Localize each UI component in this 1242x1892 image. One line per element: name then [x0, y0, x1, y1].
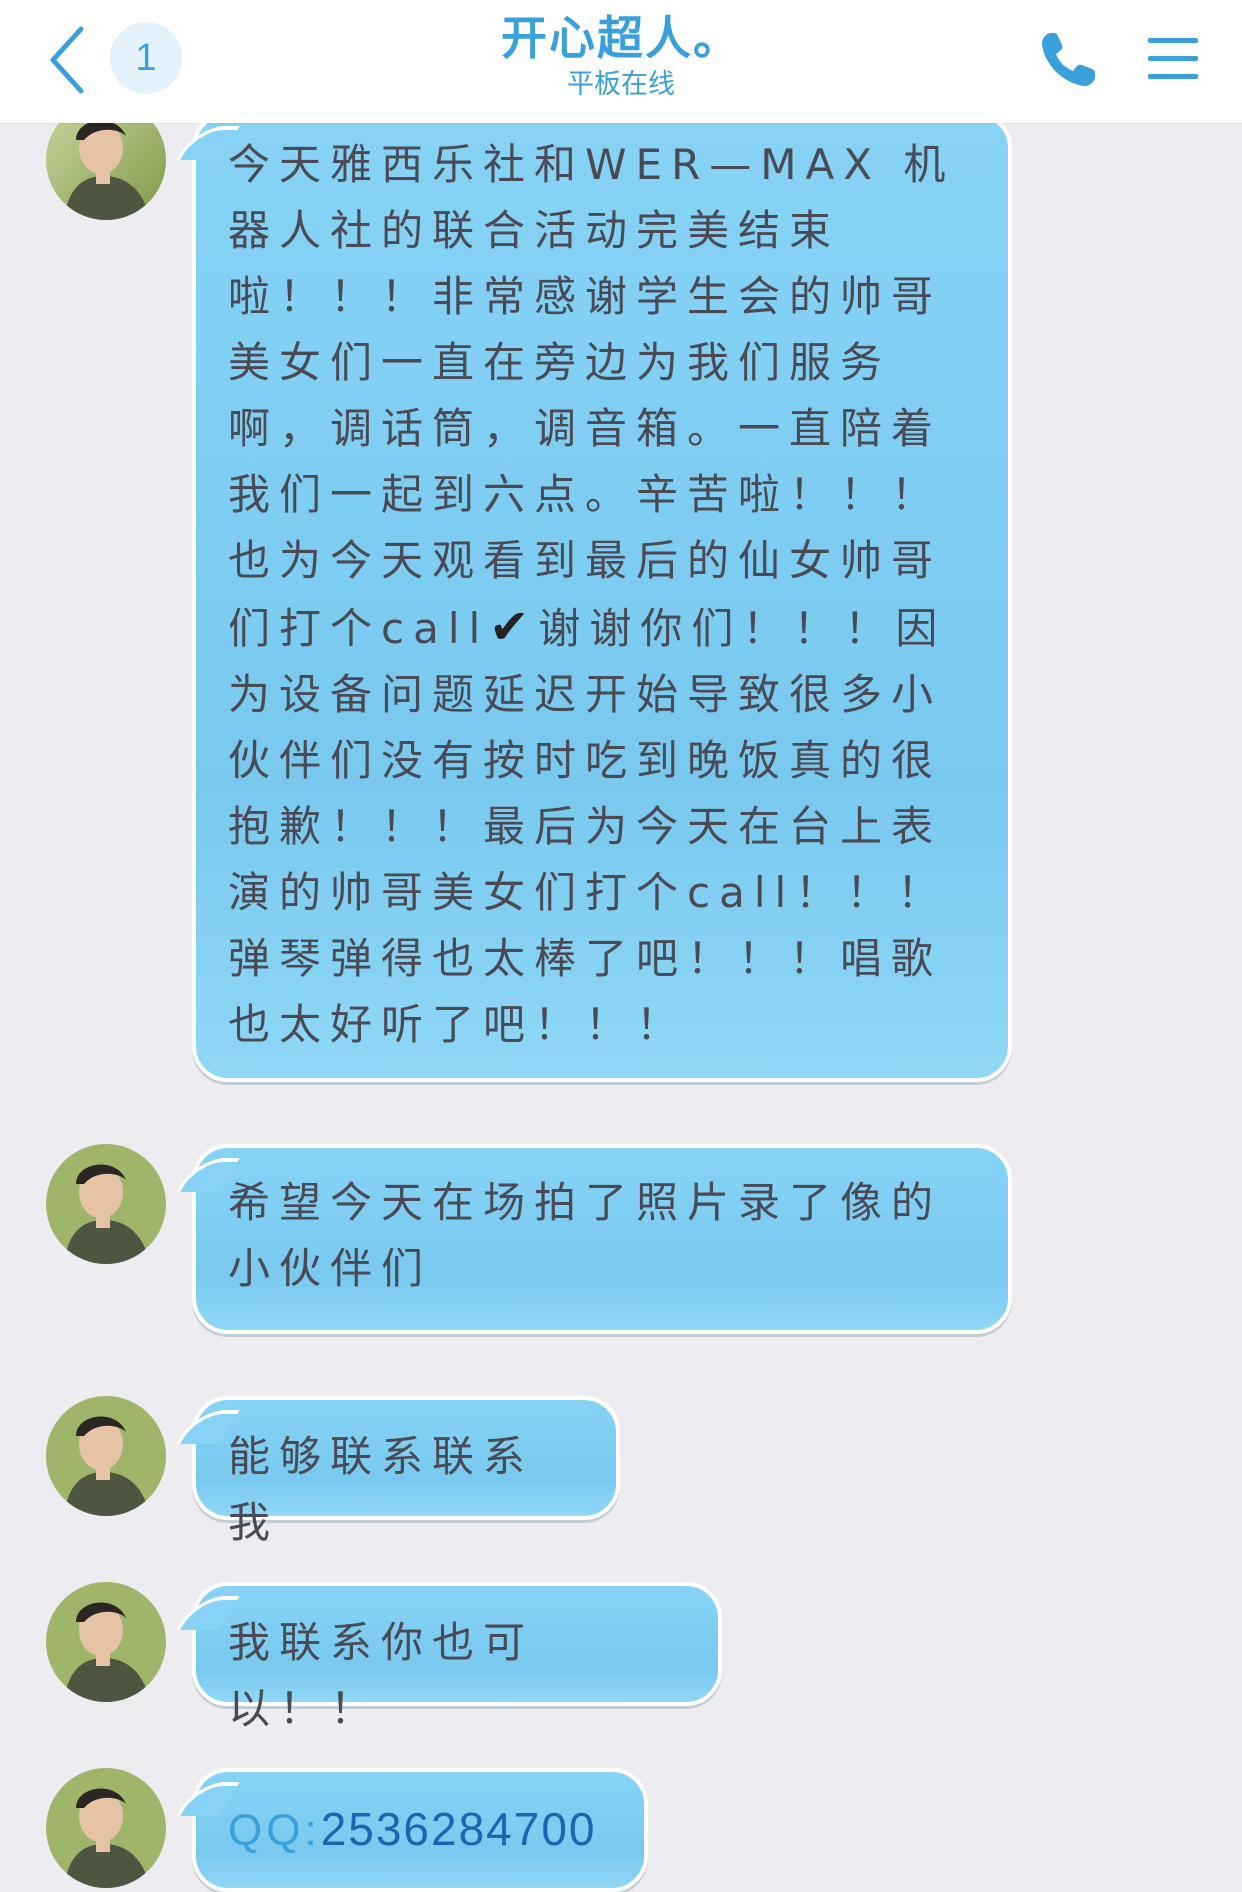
contact-avatar[interactable] [46, 1582, 166, 1702]
message-bubble[interactable]: 我联系你也可以！！ [192, 1582, 722, 1733]
qq-number-link[interactable]: 2536284700 [321, 1803, 597, 1855]
message-bubble[interactable]: 能够联系联系我 [192, 1396, 620, 1547]
message-text-part-2: 谢谢你们！！！因为设备问题延迟开始导致很多小伙伴们没有按时吃到晚饭真的很抱歉！！… [228, 604, 949, 1049]
contact-avatar[interactable] [46, 1144, 166, 1264]
menu-icon [1148, 38, 1198, 79]
message-text: QQ:2536284700 [228, 1796, 608, 1864]
avatar-image [46, 1144, 166, 1264]
message-text: 能够联系联系我 [228, 1432, 535, 1547]
message-bubble[interactable]: QQ:2536284700 [192, 1768, 648, 1892]
message-text: 今天雅西乐社和WER—MAX 机器人社的联合活动完美结束啦！！！非常感谢学生会的… [228, 132, 972, 1058]
message-bubble[interactable]: 希望今天在场拍了照片录了像的小伙伴们 [192, 1144, 1012, 1334]
message-text: 希望今天在场拍了照片录了像的小伙伴们 [228, 1178, 943, 1293]
chat-header: 1 开心超人。 平板在线 [0, 0, 1242, 123]
message-text: 我联系你也可以！！ [228, 1618, 535, 1733]
avatar-image [46, 1396, 166, 1516]
contact-avatar[interactable] [46, 1396, 166, 1516]
phone-icon [1042, 33, 1095, 86]
message-text-part-1: 今天雅西乐社和WER—MAX 机器人社的联合活动完美结束啦！！！非常感谢学生会的… [228, 140, 955, 653]
menu-button[interactable] [1144, 30, 1202, 88]
avatar-image [46, 1582, 166, 1702]
contact-avatar[interactable] [46, 1768, 166, 1888]
checkmark-icon: ✔ [489, 599, 539, 655]
message-bubble[interactable]: 今天雅西乐社和WER—MAX 机器人社的联合活动完美结束啦！！！非常感谢学生会的… [192, 112, 1012, 1082]
qq-label: QQ: [228, 1806, 321, 1855]
call-button[interactable] [1032, 24, 1104, 96]
avatar-image [46, 1768, 166, 1888]
